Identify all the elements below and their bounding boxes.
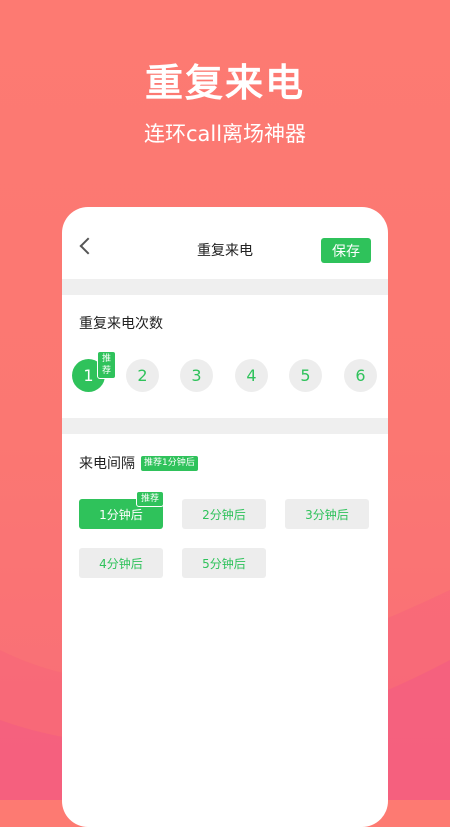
count-option-label: 5 <box>300 366 311 385</box>
nav-bar: 重复来电 保存 <box>62 207 388 279</box>
count-option-2[interactable]: 2 <box>126 359 159 392</box>
interval-option-3min[interactable]: 3分钟后 <box>285 499 369 529</box>
interval-option-1min[interactable]: 1分钟后 推荐 <box>79 491 164 529</box>
hero-subtitle: 连环call离场神器 <box>143 122 307 146</box>
count-option-1[interactable]: 1 推荐 <box>72 351 117 392</box>
count-option-5[interactable]: 5 <box>289 359 322 392</box>
phone-frame: 重复来电 保存 重复来电次数 1 推荐 2 3 4 5 6 来电间隔 推荐1分钟… <box>62 207 388 827</box>
count-option-label: 4 <box>246 366 257 385</box>
interval-option-label: 4分钟后 <box>99 556 143 571</box>
repeat-count-options: 1 推荐 2 3 4 5 6 <box>72 351 378 393</box>
recommend-tag: 推荐 <box>97 351 117 379</box>
count-option-3[interactable]: 3 <box>180 359 213 392</box>
interval-option-label: 2分钟后 <box>202 507 246 522</box>
save-button[interactable]: 保存 <box>321 238 371 263</box>
interval-title: 来电间隔 <box>79 456 135 472</box>
interval-option-label: 3分钟后 <box>305 507 349 522</box>
section-divider <box>62 279 388 295</box>
count-option-label: 1 <box>83 366 94 385</box>
interval-option-5min[interactable]: 5分钟后 <box>182 548 266 578</box>
hero-title: 重复来电 <box>144 61 305 105</box>
interval-option-label: 1分钟后 <box>99 507 143 522</box>
repeat-count-title: 重复来电次数 <box>79 316 163 332</box>
recommend-tag: 推荐 <box>135 491 164 507</box>
interval-title-row: 来电间隔 推荐1分钟后 <box>79 453 198 473</box>
interval-option-2min[interactable]: 2分钟后 <box>182 499 266 529</box>
count-option-label: 2 <box>137 366 148 385</box>
interval-option-label: 5分钟后 <box>202 556 246 571</box>
interval-recommend-badge: 推荐1分钟后 <box>141 455 198 471</box>
count-option-label: 3 <box>191 366 202 385</box>
section-divider <box>62 418 388 434</box>
interval-option-4min[interactable]: 4分钟后 <box>79 548 163 578</box>
count-option-6[interactable]: 6 <box>344 359 377 392</box>
count-option-4[interactable]: 4 <box>235 359 268 392</box>
count-option-label: 6 <box>355 366 366 385</box>
